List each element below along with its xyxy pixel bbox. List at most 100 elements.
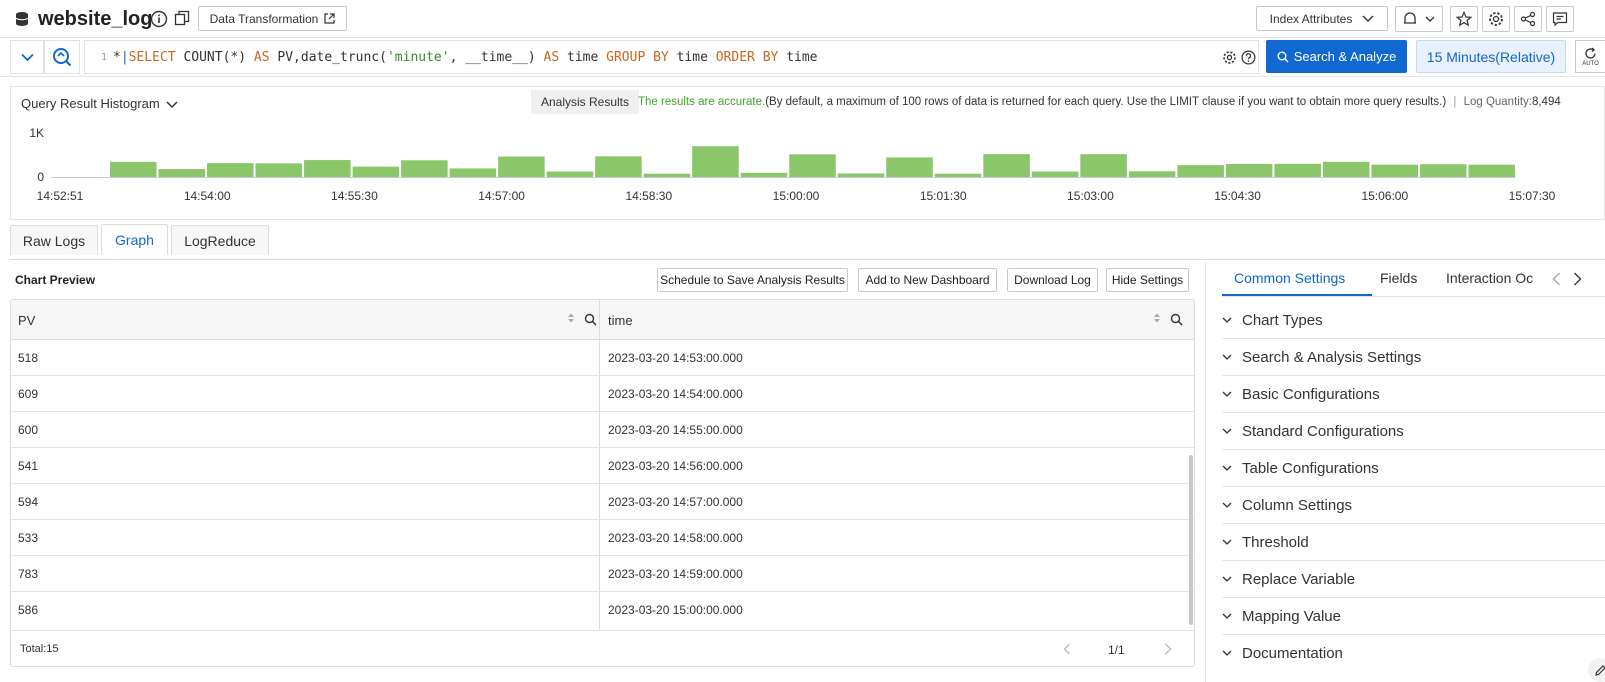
tab-logreduce[interactable]: LogReduce — [171, 225, 269, 255]
histogram-bar[interactable] — [255, 163, 303, 177]
auto-refresh-button[interactable]: AUTO — [1575, 40, 1605, 73]
histogram-bar[interactable] — [1274, 163, 1321, 177]
search-icon[interactable] — [1170, 313, 1183, 326]
histogram-bar[interactable] — [207, 163, 254, 177]
histogram-bar[interactable] — [1080, 154, 1127, 177]
query-editor[interactable]: 1 * | SELECT COUNT(*) AS PV,date_trunc( … — [84, 40, 1259, 74]
sort-icon[interactable] — [567, 312, 575, 324]
section-label: Search & Analysis Settings — [1242, 348, 1422, 366]
query-mode-button[interactable] — [44, 40, 80, 74]
add-to-dashboard-label: Add to New Dashboard — [865, 273, 990, 287]
section-table-configurations[interactable]: Table Configurations — [1222, 450, 1605, 487]
schedule-save-button[interactable]: Schedule to Save Analysis Results — [657, 268, 848, 292]
table-row[interactable]: 594 2023-03-20 14:57:00.000 — [11, 484, 1194, 520]
histogram-bar[interactable] — [934, 173, 982, 177]
share-button[interactable] — [1514, 6, 1542, 32]
x-tick-label: 14:57:00 — [478, 189, 525, 203]
alert-button[interactable] — [1395, 6, 1443, 32]
section-threshold[interactable]: Threshold — [1222, 524, 1605, 561]
edit-button[interactable] — [1588, 658, 1605, 682]
section-standard-configurations[interactable]: Standard Configurations — [1222, 413, 1605, 450]
table-row[interactable]: 533 2023-03-20 14:58:00.000 — [11, 520, 1194, 556]
time-range-picker[interactable]: 15 Minutes(Relative) — [1416, 40, 1566, 73]
histogram-bar[interactable] — [1225, 164, 1273, 177]
section-documentation[interactable]: Documentation — [1222, 635, 1605, 672]
section-search-analysis-settings[interactable]: Search & Analysis Settings — [1222, 339, 1605, 376]
histogram-bar[interactable] — [1128, 171, 1176, 177]
chart-preview-title: Chart Preview — [15, 273, 96, 287]
table-row[interactable]: 541 2023-03-20 14:56:00.000 — [11, 448, 1194, 484]
index-attributes-button[interactable]: Index Attributes — [1256, 6, 1388, 31]
histogram-bar[interactable] — [110, 161, 157, 177]
histogram-bar[interactable] — [304, 160, 351, 177]
section-replace-variable[interactable]: Replace Variable — [1222, 561, 1605, 598]
gear-icon[interactable] — [1222, 50, 1237, 65]
feedback-button[interactable] — [1546, 6, 1574, 32]
query-pipe: | — [120, 49, 129, 65]
total-count: Total:15 — [20, 643, 59, 655]
time-range-label: 15 Minutes(Relative) — [1426, 48, 1556, 65]
histogram-bar[interactable] — [158, 169, 206, 177]
histogram-bar[interactable] — [449, 168, 497, 177]
tab-fields[interactable]: Fields — [1380, 270, 1417, 286]
collapse-button[interactable] — [10, 40, 44, 74]
histogram-bar[interactable] — [837, 173, 885, 177]
search-analyze-button[interactable]: Search & Analyze — [1266, 40, 1407, 73]
copy-icon[interactable] — [174, 10, 190, 26]
query-keyword-as: AS — [543, 49, 560, 65]
histogram-bar[interactable] — [1177, 165, 1224, 177]
table-row[interactable]: 609 2023-03-20 14:54:00.000 — [11, 376, 1194, 412]
histogram-bar[interactable] — [1031, 171, 1079, 178]
histogram-bar[interactable] — [789, 154, 836, 177]
section-column-settings[interactable]: Column Settings — [1222, 487, 1605, 524]
tab-raw-logs[interactable]: Raw Logs — [10, 225, 98, 255]
tab-interaction[interactable]: Interaction Oc — [1446, 270, 1539, 286]
chevron-left-icon[interactable] — [1063, 643, 1071, 655]
logstore-title: website_log — [38, 8, 153, 30]
histogram-bar[interactable] — [546, 171, 594, 178]
histogram-bar[interactable] — [595, 156, 642, 177]
histogram-bar[interactable] — [1419, 164, 1467, 177]
section-chart-types[interactable]: Chart Types — [1222, 302, 1605, 339]
chevron-left-icon[interactable] — [1552, 272, 1561, 286]
search-icon[interactable] — [584, 313, 597, 326]
histogram-bar[interactable] — [1371, 164, 1418, 177]
tab-common-settings[interactable]: Common Settings — [1234, 270, 1345, 286]
chevron-right-icon[interactable] — [1164, 643, 1172, 655]
help-icon[interactable] — [1241, 50, 1256, 65]
column-header-pv[interactable]: PV — [18, 300, 35, 340]
histogram-bar[interactable] — [1322, 161, 1370, 177]
add-to-dashboard-button[interactable]: Add to New Dashboard — [858, 268, 997, 292]
favorite-button[interactable] — [1450, 6, 1478, 32]
query-string-minute: 'minute' — [386, 49, 450, 65]
hide-settings-button[interactable]: Hide Settings — [1106, 268, 1189, 292]
histogram-bar[interactable] — [498, 156, 545, 177]
histogram-bar[interactable] — [692, 146, 739, 177]
table-scrollbar[interactable] — [1189, 455, 1193, 625]
histogram-bar[interactable] — [1468, 164, 1515, 177]
chevron-down-icon — [1222, 317, 1232, 324]
data-transformation-button[interactable]: Data Transformation — [198, 6, 347, 31]
tab-graph[interactable]: Graph — [101, 224, 168, 255]
histogram-bar[interactable] — [886, 157, 933, 177]
histogram-bar[interactable] — [401, 160, 448, 177]
settings-button[interactable] — [1482, 6, 1510, 32]
table-row[interactable]: 600 2023-03-20 14:55:00.000 — [11, 412, 1194, 448]
sort-icon[interactable] — [1153, 312, 1161, 324]
histogram-bar[interactable] — [643, 173, 691, 177]
info-icon[interactable] — [150, 10, 168, 28]
histogram-bar[interactable] — [983, 154, 1030, 177]
histogram-bar[interactable] — [352, 166, 400, 177]
table-row[interactable]: 518 2023-03-20 14:53:00.000 — [11, 340, 1194, 376]
download-log-button[interactable]: Download Log — [1007, 268, 1098, 292]
table-row[interactable]: 783 2023-03-20 14:59:00.000 — [11, 556, 1194, 592]
table-row[interactable]: 586 2023-03-20 15:00:00.000 — [11, 592, 1194, 628]
section-mapping-value[interactable]: Mapping Value — [1222, 598, 1605, 635]
column-header-time[interactable]: time — [608, 300, 633, 340]
query-order-field: time — [786, 49, 818, 65]
histogram-bar[interactable] — [740, 172, 788, 177]
chevron-right-icon[interactable] — [1573, 272, 1582, 286]
cell-pv: 600 — [18, 423, 39, 437]
pencil-icon — [1594, 664, 1605, 677]
section-basic-configurations[interactable]: Basic Configurations — [1222, 376, 1605, 413]
